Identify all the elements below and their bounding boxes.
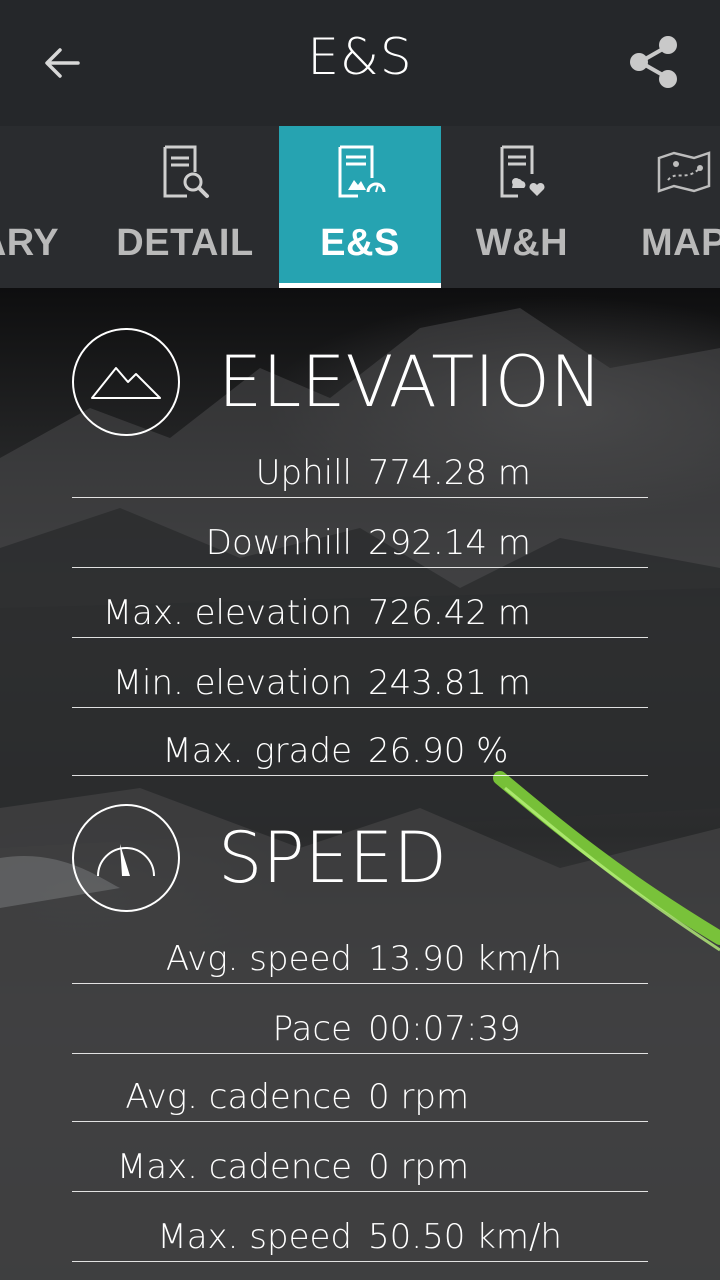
stat-row-pace: Pace 00:07:39 xyxy=(72,984,648,1054)
tab-wh[interactable]: W&H xyxy=(441,126,603,288)
stat-value: 726.42 m xyxy=(368,593,531,633)
content-area: ELEVATION Uphill 774.28 m Downhill 292.1… xyxy=(0,288,720,1280)
tab-detail[interactable]: DETAIL xyxy=(104,126,266,288)
document-search-icon xyxy=(163,145,209,198)
tab-label: MAP xyxy=(641,222,720,264)
stat-row-avg-cadence: Avg. cadence 0 rpm xyxy=(72,1052,648,1122)
stat-value: 0 rpm xyxy=(368,1077,470,1117)
share-icon xyxy=(630,36,677,88)
tab-label: W&H xyxy=(475,222,569,264)
stat-value: 00:07:39 xyxy=(368,1009,521,1049)
stat-label: Max. cadence xyxy=(116,1147,352,1187)
stat-value: 50.50 km/h xyxy=(368,1217,562,1257)
stat-value: 26.90 % xyxy=(368,731,509,771)
stat-label: Pace xyxy=(272,1009,352,1049)
stat-row-min-elevation: Min. elevation 243.81 m xyxy=(72,638,648,708)
stat-label: Max. grade xyxy=(162,731,352,771)
stat-value: 13.90 km/h xyxy=(368,939,562,979)
tab-map[interactable]: MAP xyxy=(603,126,720,288)
stat-value: 0 rpm xyxy=(368,1147,470,1187)
speed-title: SPEED xyxy=(218,817,448,899)
stat-row-max-elevation: Max. elevation 726.42 m xyxy=(72,568,648,638)
stat-row-uphill: Uphill 774.28 m xyxy=(72,428,648,498)
stat-label: Max. elevation xyxy=(102,593,352,633)
stat-value: 774.28 m xyxy=(368,453,531,493)
tab-label: ARY xyxy=(0,222,60,264)
stat-row-avg-speed: Avg. speed 13.90 km/h xyxy=(72,914,648,984)
tab-label: E&S xyxy=(320,222,400,264)
share-button[interactable] xyxy=(622,32,686,92)
document-weather-heart-icon xyxy=(500,145,545,198)
stat-label: Avg. speed xyxy=(165,939,352,979)
mountain-icon xyxy=(72,328,180,436)
stat-label: Downhill xyxy=(205,523,352,563)
page-title: E&S xyxy=(307,28,413,86)
stat-label: Min. elevation xyxy=(112,663,352,703)
app-bar: E&S xyxy=(0,0,720,126)
tab-label: DETAIL xyxy=(116,222,254,264)
document-elevation-speed-icon xyxy=(338,145,386,198)
stat-row-downhill: Downhill 292.14 m xyxy=(72,498,648,568)
elevation-header: ELEVATION xyxy=(72,328,602,436)
stat-row-max-cadence: Max. cadence 0 rpm xyxy=(72,1122,648,1192)
tab-summary[interactable]: ARY xyxy=(0,126,100,288)
stat-row-max-grade: Max. grade 26.90 % xyxy=(72,706,648,776)
elevation-title: ELEVATION xyxy=(218,341,603,423)
tab-bar: ARY DETAIL E&S xyxy=(0,126,720,288)
stat-value: 292.14 m xyxy=(368,523,531,563)
stat-label: Max. speed xyxy=(157,1217,352,1257)
speedometer-icon xyxy=(72,804,180,912)
map-icon xyxy=(657,151,711,193)
tab-es[interactable]: E&S xyxy=(279,126,441,288)
stat-label: Avg. cadence xyxy=(125,1077,352,1117)
stat-label: Uphill xyxy=(255,453,352,493)
speed-header: SPEED xyxy=(72,804,447,912)
stat-row-max-speed: Max. speed 50.50 km/h xyxy=(72,1192,648,1262)
stat-value: 243.81 m xyxy=(368,663,531,703)
